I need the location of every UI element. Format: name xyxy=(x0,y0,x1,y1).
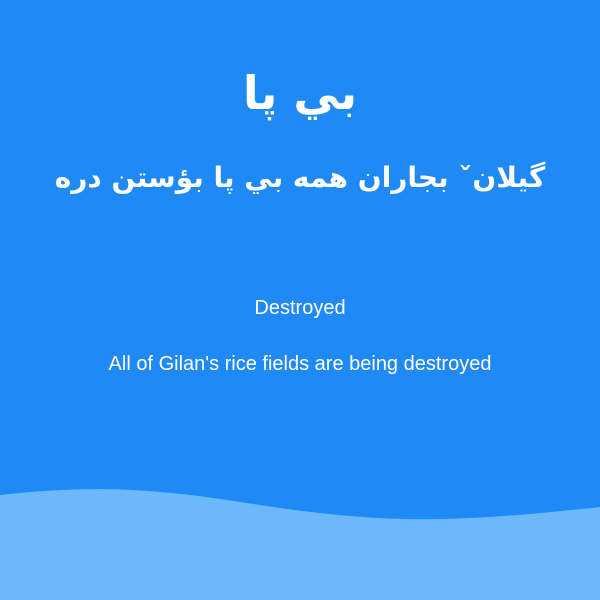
sentence-translation: All of Gilan's rice fields are being des… xyxy=(108,353,492,375)
word-meaning: Destroyed xyxy=(254,297,346,319)
decorative-wave xyxy=(0,489,600,600)
example-sentence: گيلانˇ بجاران همه بي پا بؤستن دره xyxy=(54,161,546,194)
word-card: بي پا گيلانˇ بجاران همه بي پا بؤستن دره … xyxy=(0,0,600,600)
wave-shape xyxy=(0,489,600,600)
word-title: بي پا xyxy=(242,66,358,120)
